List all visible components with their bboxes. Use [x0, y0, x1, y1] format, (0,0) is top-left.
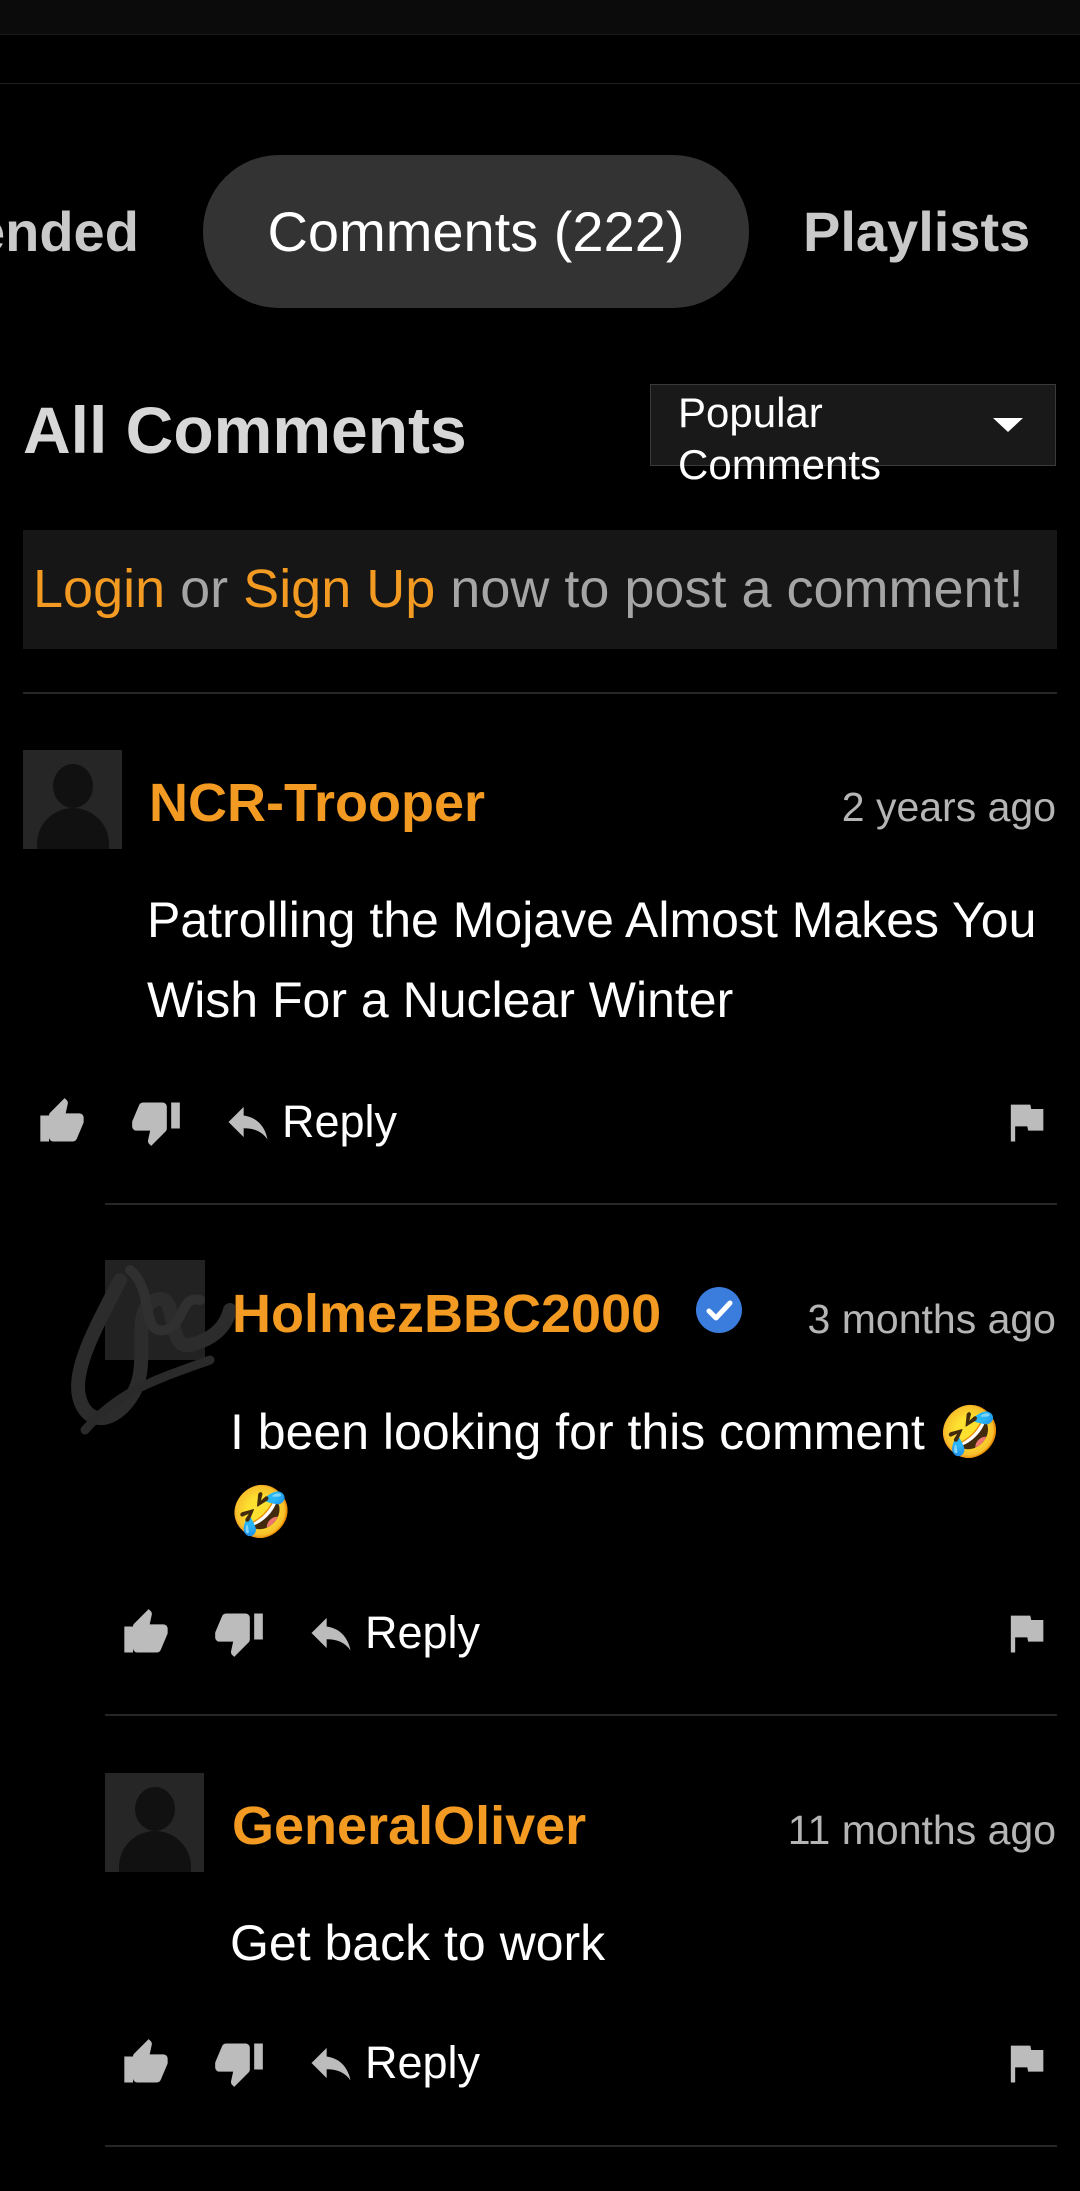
comment-timestamp: 2 years ago [841, 784, 1056, 830]
comment-username[interactable]: HolmezBBC2000 [232, 1283, 661, 1345]
reply-arrow-icon[interactable] [305, 1607, 357, 1659]
comment-username[interactable]: NCR-Trooper [149, 772, 485, 834]
comment-timestamp: 11 months ago [787, 1807, 1056, 1853]
thumbs-down-icon[interactable] [213, 1607, 265, 1659]
tab-playlists[interactable]: Playlists [803, 155, 1030, 308]
sort-dropdown[interactable]: Popular Comments [650, 384, 1056, 488]
thumbs-up-icon[interactable] [120, 2037, 172, 2089]
thumbs-up-icon[interactable] [36, 1096, 88, 1148]
comment-timestamp: 3 months ago [807, 1296, 1056, 1342]
sort-selected-value: Popular Comments [678, 389, 882, 488]
comment-text: Patrolling the Mojave Almost Makes You W… [147, 892, 1037, 1028]
flag-icon[interactable] [1000, 1607, 1052, 1659]
signup-link[interactable]: Sign Up [243, 559, 435, 619]
verified-check-icon [696, 1287, 742, 1333]
thumbs-up-icon[interactable] [120, 1607, 172, 1659]
divider [105, 1203, 1057, 1205]
avatar[interactable] [23, 750, 122, 849]
comment-username[interactable]: GeneralOliver [232, 1795, 586, 1857]
top-bar [0, 0, 1080, 35]
reply-button[interactable]: Reply [282, 1096, 397, 1148]
divider [105, 1714, 1057, 1716]
login-banner-or: or [165, 559, 244, 619]
tab-comments[interactable]: Comments (222) [203, 155, 749, 308]
login-banner: Login or Sign Up now to post a comment! [23, 530, 1057, 649]
divider [105, 2145, 1057, 2147]
caret-down-icon [993, 418, 1023, 432]
login-banner-text: now to post a comment! [435, 559, 1024, 619]
thumbs-down-icon[interactable] [130, 1096, 182, 1148]
avatar[interactable] [105, 1773, 204, 1872]
top-divider [0, 83, 1080, 84]
login-link[interactable]: Login [33, 559, 165, 619]
all-comments-title: All Comments [23, 393, 467, 467]
comment-text: I been looking for this comment 🤣🤣 [230, 1404, 1001, 1540]
divider [23, 692, 1057, 694]
flag-icon[interactable] [1000, 1096, 1052, 1148]
flag-icon[interactable] [1000, 2037, 1052, 2089]
tab-recommended[interactable]: ended [0, 155, 139, 308]
reply-arrow-icon[interactable] [222, 1096, 274, 1148]
thumbs-down-icon[interactable] [213, 2037, 265, 2089]
comment-text: Get back to work [230, 1915, 606, 1971]
scribbled-avatar-icon[interactable] [60, 1240, 235, 1450]
reply-button[interactable]: Reply [365, 1607, 480, 1659]
reply-arrow-icon[interactable] [305, 2037, 357, 2089]
reply-button[interactable]: Reply [365, 2037, 480, 2089]
